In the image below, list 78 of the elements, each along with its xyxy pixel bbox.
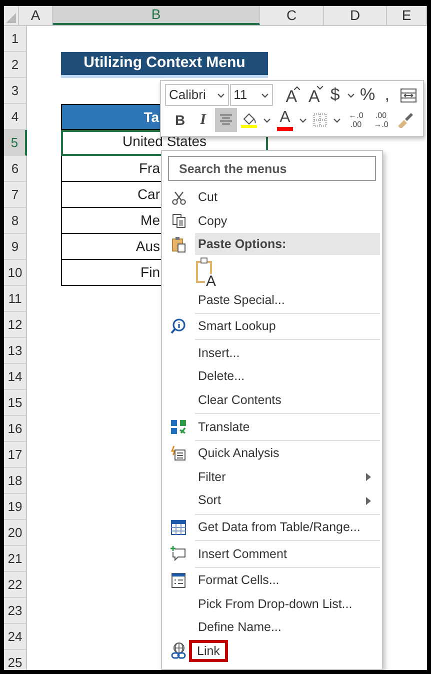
row-header[interactable]: 7 [4, 182, 27, 208]
wrap-text-icon [400, 88, 417, 102]
row-header[interactable]: 6 [4, 156, 27, 182]
title-banner: Utilizing Context Menu [61, 52, 268, 78]
row-header[interactable]: 5 [4, 130, 27, 156]
row-header[interactable]: 14 [4, 364, 27, 390]
paintbrush-icon [396, 112, 414, 128]
row-header[interactable]: 9 [4, 234, 27, 260]
row-header[interactable]: 21 [4, 546, 27, 572]
bold-button[interactable]: B [169, 108, 191, 132]
quick-analysis-icon [170, 445, 187, 462]
menu-item[interactable]: Sort [195, 490, 374, 512]
increase-font-size-button[interactable]: A [280, 84, 302, 106]
chevron-down-icon [263, 118, 271, 122]
decrease-font-size-button[interactable]: A [303, 84, 326, 106]
comment-add-icon [170, 545, 187, 562]
font-color-button[interactable]: A [274, 108, 296, 132]
translate-icon [170, 418, 187, 436]
format-cells-icon [170, 572, 187, 589]
align-center-button[interactable] [215, 108, 237, 132]
table-icon [170, 518, 187, 536]
row-header[interactable]: 22 [4, 572, 27, 598]
row-header[interactable]: 2 [4, 52, 27, 78]
row-header[interactable]: 20 [4, 520, 27, 546]
chevron-down-icon [299, 118, 307, 122]
menu-item-label: Link [197, 642, 220, 660]
menu-section-header: Paste Options: [195, 233, 380, 255]
row-header[interactable]: 19 [4, 494, 27, 520]
row-header[interactable]: 25 [4, 650, 27, 670]
chevron-down-icon [333, 118, 341, 122]
caret-down-icon [317, 86, 324, 90]
row-header[interactable]: 24 [4, 624, 27, 650]
corner-triangle-icon [6, 13, 16, 23]
align-center-icon [219, 114, 233, 126]
column-header[interactable]: C [260, 6, 324, 25]
row-header[interactable]: 18 [4, 468, 27, 494]
row-header[interactable]: 17 [4, 442, 27, 468]
menu-item[interactable]: Link [189, 640, 228, 662]
paint-bucket-icon [241, 112, 257, 124]
format-button[interactable]: , [378, 84, 396, 106]
row-header[interactable]: 3 [4, 78, 27, 104]
menu-item[interactable]: Filter [195, 466, 374, 488]
row-header[interactable]: 13 [4, 338, 27, 364]
row-header[interactable]: 15 [4, 390, 27, 416]
row-header[interactable]: 23 [4, 598, 27, 624]
row-header[interactable]: 8 [4, 208, 27, 234]
column-header[interactable]: E [387, 6, 427, 25]
info-search-icon [170, 318, 187, 336]
row-header[interactable]: 4 [4, 104, 27, 130]
menu-item-label: Sort [198, 492, 221, 510]
copy-icon [170, 213, 186, 230]
font-size-dropdown[interactable]: 11 [230, 84, 274, 106]
borders-icon [313, 113, 327, 127]
font-name-dropdown[interactable]: Calibri [165, 84, 229, 106]
column-header[interactable]: B [53, 6, 260, 25]
row-header[interactable]: 10 [4, 260, 27, 286]
italic-button[interactable]: I [192, 108, 214, 132]
search-field[interactable]: Search the menus [168, 156, 376, 181]
globe-link-icon [170, 642, 188, 660]
column-header[interactable]: D [324, 6, 387, 25]
row-header[interactable]: 1 [4, 26, 27, 52]
caret-up-icon [294, 86, 300, 90]
submenu-arrow-icon [366, 473, 371, 482]
chevron-icon [261, 92, 270, 98]
row-header[interactable]: 12 [4, 312, 27, 338]
decimal-places-button[interactable]: ←.0 .00 [344, 108, 368, 132]
scissors-icon [170, 190, 186, 206]
row-header[interactable]: 16 [4, 416, 27, 442]
menu-item-label: Filter [198, 468, 226, 486]
chevron-down-icon [347, 92, 356, 98]
format-button[interactable]: $ [326, 84, 344, 106]
row-header[interactable]: 11 [4, 286, 27, 312]
submenu-arrow-icon [366, 496, 371, 505]
format-button[interactable]: % [358, 84, 378, 106]
decimal-places-button[interactable]: .00 →.0 [369, 108, 393, 132]
chevron-icon [216, 92, 225, 98]
clipboard-icon [170, 236, 186, 252]
paste-option-button[interactable]: A [195, 256, 219, 287]
